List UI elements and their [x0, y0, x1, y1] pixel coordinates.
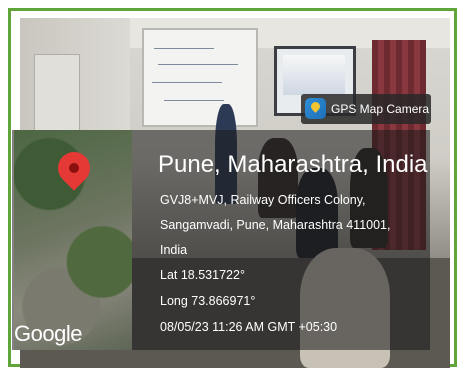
whiteboard-writing	[164, 100, 224, 101]
location-title: Pune, Maharashtra, India	[158, 151, 428, 178]
address-line-2: Sangamvadi, Pune, Maharashtra 411001,	[160, 218, 391, 232]
timestamp: 08/05/23 11:26 AM GMT +05:30	[160, 320, 338, 334]
whiteboard	[142, 28, 258, 127]
whiteboard-writing	[154, 48, 214, 49]
app-name: GPS Map Camera	[331, 102, 430, 116]
google-logo: Google	[14, 321, 82, 346]
gps-map-camera-app-icon	[305, 98, 326, 119]
projected-slide	[283, 55, 345, 95]
latitude: Lat 18.531722°	[160, 268, 245, 282]
address-line-1: GVJ8+MVJ, Railway Officers Colony,	[160, 193, 366, 207]
whiteboard-writing	[158, 64, 238, 65]
whiteboard-writing	[152, 82, 222, 83]
longitude: Long 73.866971°	[160, 294, 256, 308]
gps-map-camera-badge: GPS Map Camera	[301, 94, 431, 124]
address-line-3: India	[160, 243, 188, 257]
